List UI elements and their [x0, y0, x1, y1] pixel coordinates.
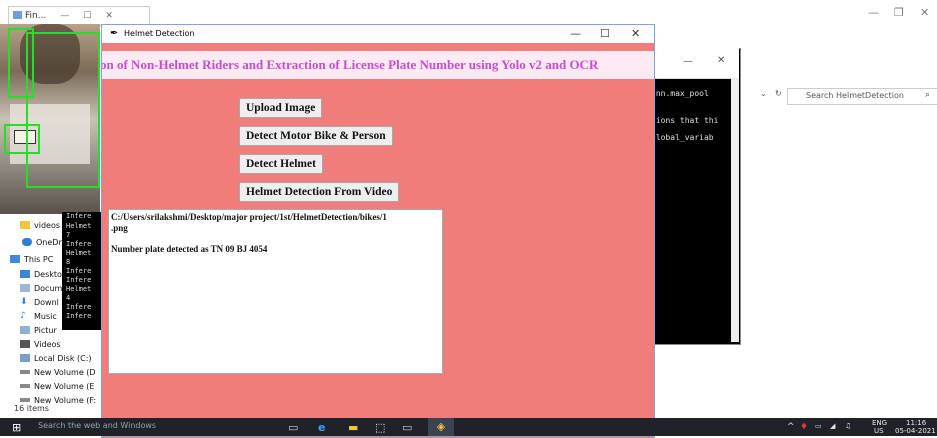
- console-line: 7: [66, 231, 71, 239]
- helmet-detection-window: ✒ Helmet Detection — ☐ ✕ on of Non-Helme…: [101, 24, 655, 438]
- python-app-icon[interactable]: ◈: [428, 418, 454, 436]
- console-line: 4: [66, 294, 71, 302]
- maximize-icon[interactable]: ☐: [600, 27, 610, 40]
- clock-date[interactable]: 05-04-2021: [895, 427, 936, 435]
- nav-item-videos-lib[interactable]: Videos: [20, 338, 110, 350]
- drive-icon: [20, 354, 30, 362]
- output-textarea[interactable]: C:/Users/srilakshmi/Desktop/major projec…: [108, 209, 443, 374]
- detect-helmet-button[interactable]: Detect Helmet: [239, 154, 323, 174]
- nav-item-local-disk[interactable]: Local Disk (C:): [20, 352, 110, 364]
- drive-icon: [20, 398, 30, 402]
- refresh-icon[interactable]: ↻: [775, 89, 782, 98]
- explorer-maximize-icon[interactable]: ☐: [83, 11, 91, 21]
- music-icon: ♪: [20, 311, 26, 321]
- store-icon[interactable]: ⬚: [375, 421, 385, 434]
- console-line: 8: [66, 258, 71, 266]
- video-detection-button[interactable]: Helmet Detection From Video: [239, 182, 400, 202]
- clock-time[interactable]: 11:16: [906, 419, 926, 427]
- app-title: on of Non-Helmet Riders and Extraction o…: [102, 57, 599, 72]
- console-scrollbar[interactable]: [731, 78, 739, 342]
- search-input[interactable]: Search HelmetDetection ⌕: [787, 88, 937, 105]
- console-line: Helmet: [66, 285, 92, 293]
- window-titlebar[interactable]: ✒ Helmet Detection — ☐ ✕: [102, 25, 654, 43]
- console-line: global_variab: [651, 133, 714, 142]
- console-line: tions that thi: [651, 116, 719, 125]
- desktop-close-icon[interactable]: ✕: [920, 6, 929, 19]
- folder-icon: [20, 221, 30, 229]
- nav-item-volume-e[interactable]: New Volume (E: [20, 380, 110, 392]
- download-icon: ⬇: [20, 297, 28, 307]
- detect-bike-person-button[interactable]: Detect Motor Bike & Person: [239, 126, 393, 146]
- explorer-titlebar[interactable]: Fin... — ☐ ✕: [8, 6, 150, 26]
- console-close-icon[interactable]: ✕: [717, 55, 725, 66]
- nav-item-volume-d[interactable]: New Volume (D: [20, 366, 110, 378]
- console-app-icon[interactable]: ▭: [402, 421, 412, 434]
- pictures-icon: [20, 326, 30, 334]
- windows-start-icon[interactable]: ⊞: [12, 421, 21, 434]
- console-line: Infere: [66, 312, 92, 320]
- console-line: Helmet: [66, 249, 92, 257]
- file-explorer-icon[interactable]: ▬: [348, 421, 358, 434]
- console-line: Infere: [66, 240, 92, 248]
- console-line: Infere: [66, 276, 92, 284]
- console-line: Helmet: [66, 222, 92, 230]
- console-line: Infere: [66, 267, 92, 275]
- drive-icon: [20, 384, 30, 388]
- cloud-icon: [22, 238, 32, 246]
- file-path-line: .png: [111, 223, 128, 233]
- console-line: Infere: [66, 212, 92, 220]
- explorer-close-icon[interactable]: ✕: [105, 11, 113, 21]
- drive-icon: [20, 370, 30, 374]
- chevron-down-icon[interactable]: ⌄: [760, 89, 767, 98]
- app-header: on of Non-Helmet Riders and Extraction o…: [102, 51, 654, 79]
- lang-bottom[interactable]: US: [874, 427, 884, 435]
- console-titlebar[interactable]: — ✕: [645, 48, 739, 79]
- minimize-icon[interactable]: —: [570, 27, 581, 40]
- folder-icon: [13, 11, 22, 19]
- feather-icon: ✒: [110, 28, 119, 39]
- edge-icon[interactable]: e: [318, 421, 325, 434]
- desktop-minimize-icon[interactable]: —: [868, 6, 879, 19]
- detection-box: [26, 32, 100, 188]
- document-icon: [20, 284, 30, 292]
- desktop-restore-icon[interactable]: ❐: [894, 6, 904, 19]
- lang-top[interactable]: ENG: [872, 419, 887, 427]
- video-icon: [20, 340, 30, 348]
- antivirus-icon[interactable]: ♦: [800, 422, 808, 432]
- explorer-title: Fin...: [25, 11, 47, 21]
- window-title: Helmet Detection: [124, 29, 195, 38]
- bike-photo-preview: [0, 24, 100, 214]
- task-view-icon[interactable]: ▭: [288, 421, 298, 434]
- taskbar-search[interactable]: Search the web and Windows: [38, 421, 268, 433]
- console-line: .nn.max_pool: [651, 89, 709, 98]
- close-icon[interactable]: ✕: [631, 27, 640, 40]
- desktop-icon: [20, 270, 30, 278]
- chevron-up-icon[interactable]: ^: [787, 422, 795, 432]
- search-icon: ⌕: [925, 90, 931, 100]
- battery-icon[interactable]: ▭: [815, 422, 822, 430]
- console-line: Infere: [66, 303, 92, 311]
- explorer-minimize-icon[interactable]: —: [60, 11, 69, 21]
- status-item-count: 16 items: [14, 404, 49, 413]
- file-path-line: C:/Users/srilakshmi/Desktop/major projec…: [111, 212, 387, 222]
- computer-icon: [10, 255, 20, 263]
- console-minimize-icon[interactable]: —: [683, 56, 693, 67]
- upload-image-button[interactable]: Upload Image: [239, 98, 323, 118]
- detection-box: [4, 124, 40, 154]
- plate-result: Number plate detected as TN 09 BJ 4054: [111, 244, 268, 254]
- speaker-icon[interactable]: ♫: [845, 422, 851, 430]
- network-icon[interactable]: ◢: [830, 422, 835, 430]
- taskbar: ⊞ Search the web and Windows ▭ e ▬ ⬚ ▭ ◈…: [0, 418, 937, 436]
